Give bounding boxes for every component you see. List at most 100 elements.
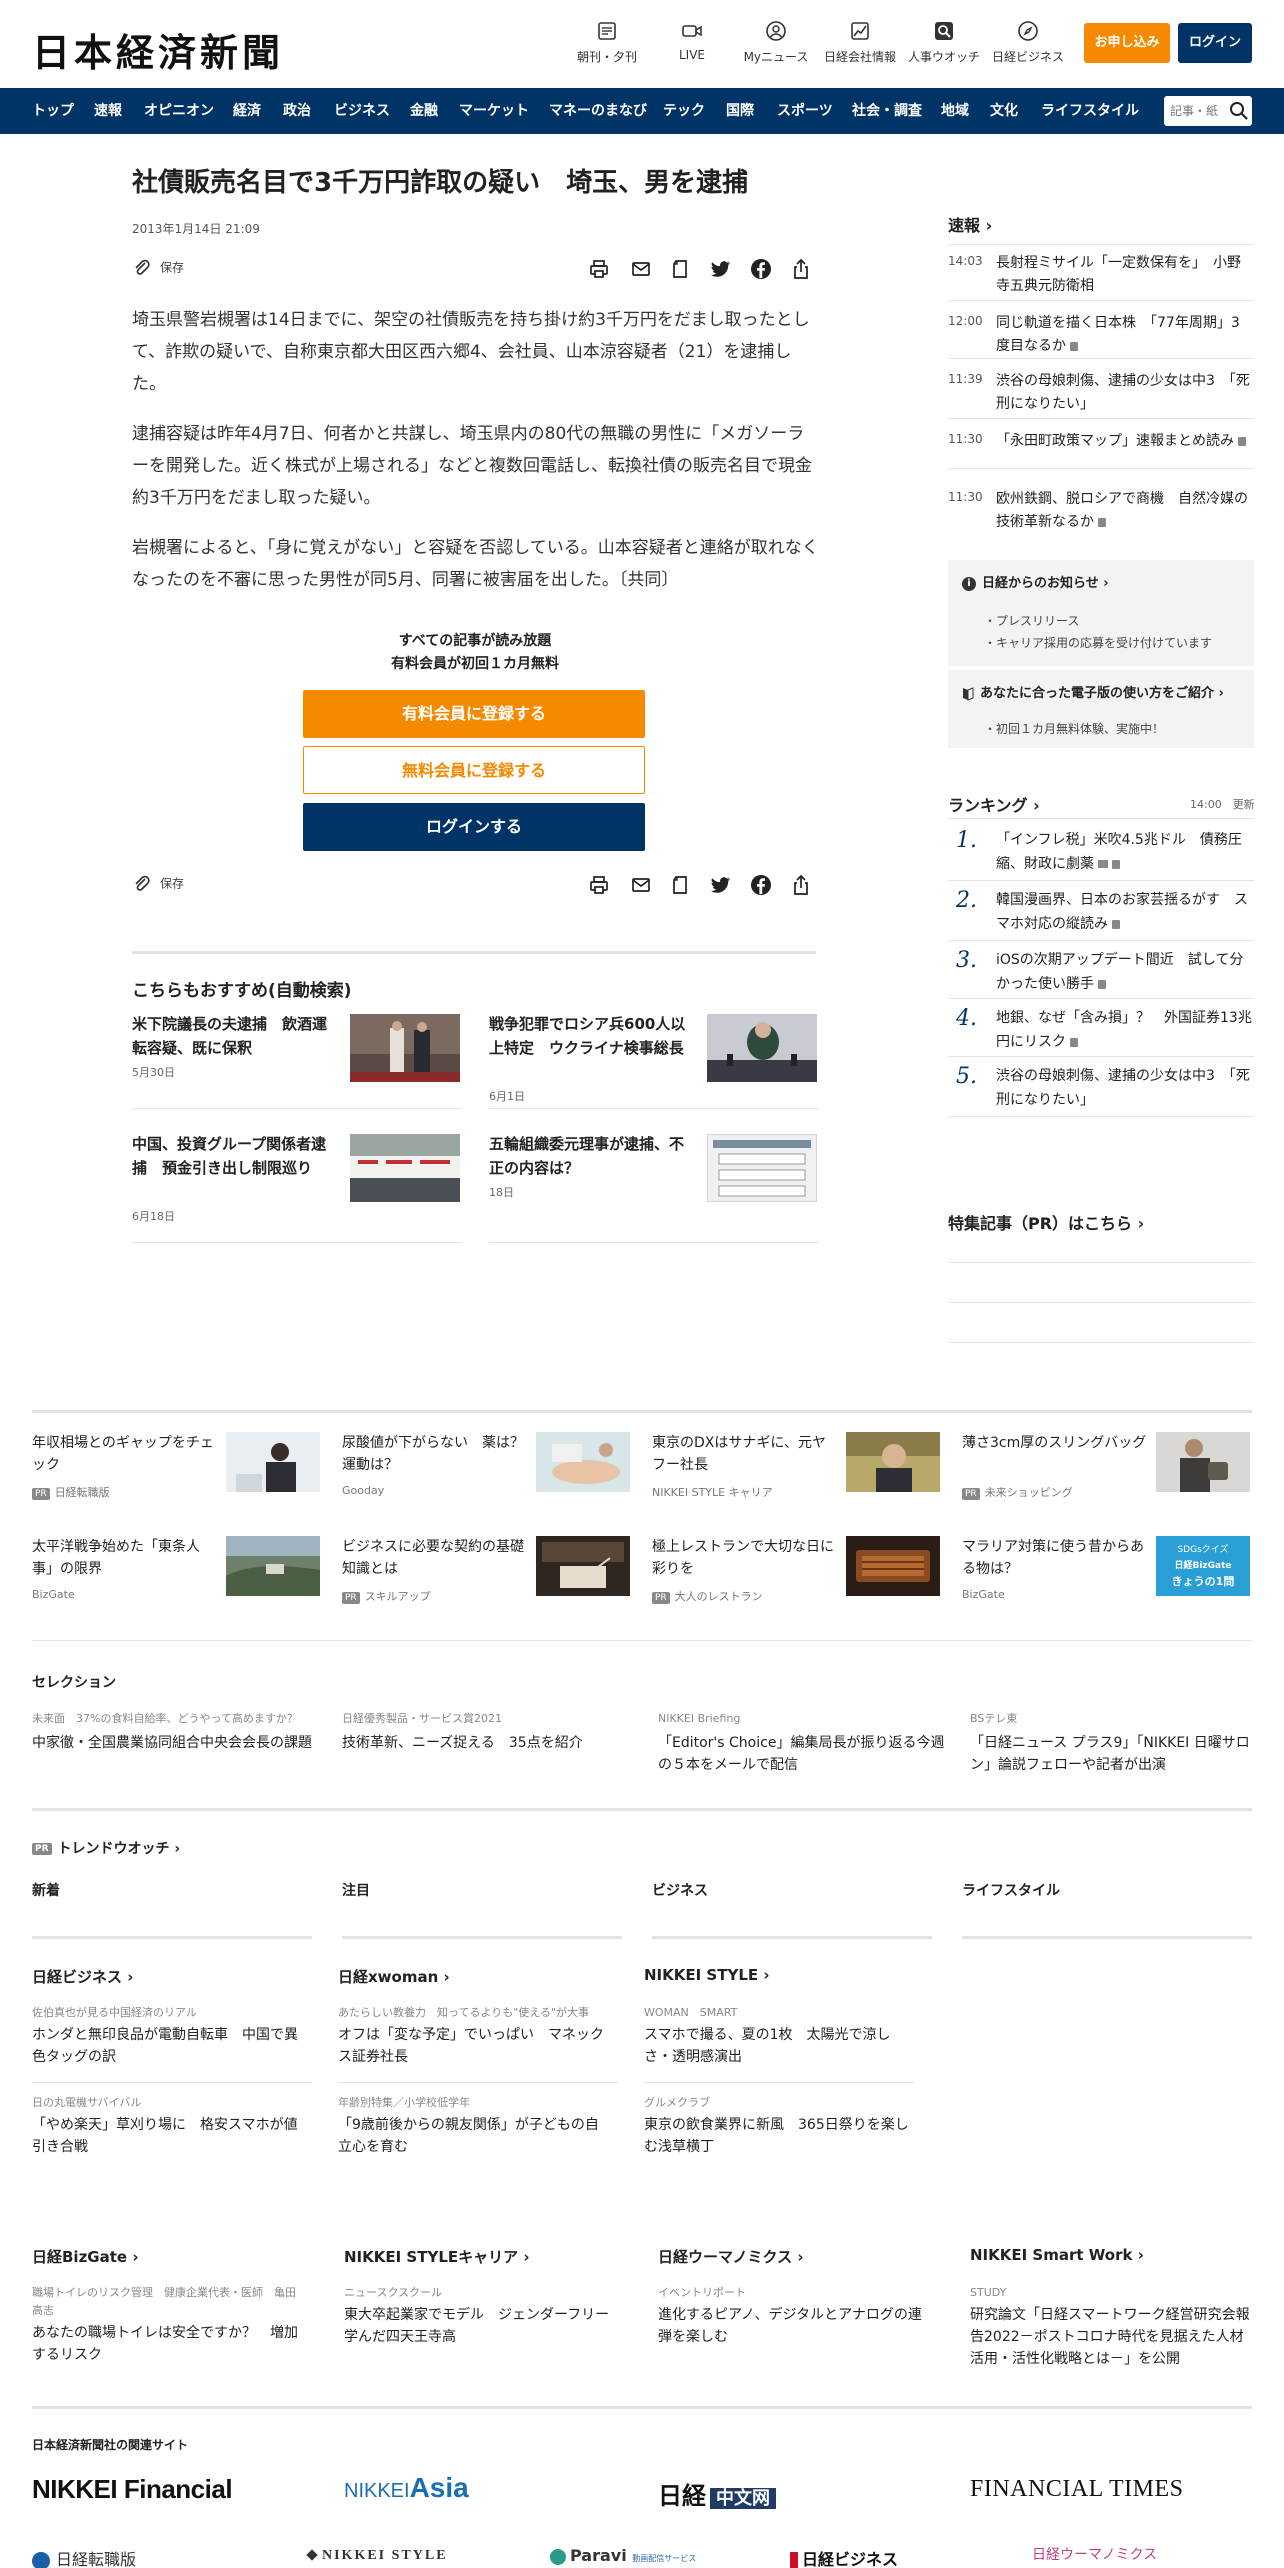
feature-item[interactable]: ニュースクスクール 東大卒起業家でモデル ジェンダーフリー学んだ四天王寺高 bbox=[344, 2284, 614, 2348]
feature-item[interactable]: あたらしい教養力 知ってるよりも"使える"が大事 オフは「変な予定」でいっぱい マ… bbox=[338, 2004, 608, 2068]
ad-item[interactable]: 尿酸値が下がらない 薬は？運動は？ Gooday bbox=[342, 1432, 632, 1522]
nav-item-society[interactable]: 社会・調査 bbox=[852, 88, 922, 134]
mail-icon[interactable] bbox=[630, 258, 652, 280]
apply-button[interactable]: お申し込み bbox=[1084, 23, 1170, 63]
header-morning-evening-link[interactable]: 朝刊・夕刊 bbox=[562, 20, 652, 65]
nav-item-sports[interactable]: スポーツ bbox=[777, 88, 833, 134]
feature-item[interactable]: WOMAN SMART スマホで撮る、夏の1枚 太陽光で涼しさ・透明感演出 bbox=[644, 2004, 914, 2068]
block-heading-xwoman[interactable]: 日経xwoman › bbox=[338, 1966, 450, 1987]
brand-nikkei-asia[interactable]: NIKKEIAsia bbox=[344, 2472, 469, 2504]
header-nikkei-business-link[interactable]: 日経ビジネス bbox=[983, 20, 1073, 65]
twitter-icon[interactable] bbox=[710, 258, 732, 280]
feature-item[interactable]: STUDY 研究論文「日経スマートワーク経営研究会報告2022－ポストコロナ時代を… bbox=[970, 2284, 1252, 2370]
facebook-icon[interactable] bbox=[750, 874, 772, 896]
ad-item[interactable]: 東京のDXはサナギに、元ヤフー社長 NIKKEI STYLE キャリア bbox=[652, 1432, 942, 1522]
nav-item-opinion[interactable]: オピニオン bbox=[144, 88, 214, 134]
header-personnel-watch-link[interactable]: 人事ウオッチ bbox=[899, 20, 989, 65]
article-login-button[interactable]: ログインする bbox=[303, 803, 645, 851]
nav-item-economy[interactable]: 経済 bbox=[233, 88, 261, 134]
memo-icon[interactable] bbox=[670, 874, 692, 896]
brand-nikkei-career[interactable]: 日経転職版 bbox=[32, 2546, 136, 2568]
print-icon[interactable] bbox=[588, 874, 610, 896]
brand-financial-times[interactable]: FINANCIAL TIMES bbox=[970, 2476, 1184, 2503]
feature-item[interactable]: 佐伯真也が見る中国経済のリアル ホンダと無印良品が電動自転車 中国で異色タッグの訳 bbox=[32, 2004, 302, 2068]
brand-nikkei-financial[interactable]: NIKKEI Financial bbox=[32, 2474, 233, 2505]
header-company-info-link[interactable]: 日経会社情報 bbox=[815, 20, 905, 65]
recommend-item[interactable]: 米下院議長の夫逮捕 飲酒運転容疑、既に保釈 5月30日 bbox=[132, 1012, 464, 1112]
save-button[interactable]: 保存 bbox=[132, 258, 184, 278]
block-heading-nikkei-business[interactable]: 日経ビジネス › bbox=[32, 1966, 133, 1987]
nav-item-tech[interactable]: テック bbox=[663, 88, 705, 134]
ranking-heading[interactable]: ランキング › bbox=[948, 792, 1040, 816]
brand-nikkei-business[interactable]: 日経ビジネス bbox=[790, 2546, 898, 2568]
selection-item[interactable]: 日経優秀製品・サービス賞2021 技術革新、ニーズ捉える 35点を紹介 bbox=[342, 1710, 632, 1754]
trend-column-featured[interactable]: 注目 bbox=[342, 1880, 370, 1900]
feature-item[interactable]: イベントリポート 進化するピアノ、デジタルとアナログの連弾を楽しむ bbox=[658, 2284, 928, 2348]
print-icon[interactable] bbox=[588, 258, 610, 280]
block-heading-womanomics[interactable]: 日経ウーマノミクス › bbox=[658, 2246, 804, 2267]
selection-item[interactable]: NIKKEI Briefing 「Editor's Choice」編集局長が振り返… bbox=[658, 1710, 948, 1776]
pr-features-heading[interactable]: 特集記事（PR）はこちら › bbox=[948, 1210, 1144, 1234]
nav-item-market[interactable]: マーケット bbox=[459, 88, 529, 134]
block-heading-style-career[interactable]: NIKKEI STYLEキャリア › bbox=[344, 2246, 530, 2267]
trend-column-new[interactable]: 新着 bbox=[32, 1880, 60, 1900]
brand-paravi[interactable]: Paravi 動画配信サービス bbox=[550, 2546, 696, 2565]
brand-womanomics[interactable]: 日経ウーマノミクス bbox=[1032, 2544, 1157, 2564]
header-mynews-link[interactable]: Myニュース bbox=[731, 20, 821, 65]
nav-item-politics[interactable]: 政治 bbox=[283, 88, 311, 134]
trend-column-lifestyle[interactable]: ライフスタイル bbox=[962, 1880, 1060, 1900]
edition-heading[interactable]: あなたに合った電子版の使い方をご紹介 › bbox=[962, 682, 1224, 701]
ad-item[interactable]: 極上レストランで大切な日に彩りを PR 大人のレストラン bbox=[652, 1536, 942, 1626]
selection-item[interactable]: BSテレ東 「日経ニュース プラス9」「NIKKEI 日曜サロン」論説フェローや記… bbox=[970, 1710, 1260, 1776]
login-button[interactable]: ログイン bbox=[1178, 23, 1252, 63]
ad-item[interactable]: マラリア対策に使う昔からある物は？ BizGate SDGsクイズ 日経BizG… bbox=[962, 1536, 1252, 1626]
brand-label: 日経転職版 bbox=[56, 2550, 137, 2568]
facebook-icon[interactable] bbox=[750, 258, 772, 280]
brand-nikkei-chinese[interactable]: 日経 中文网 bbox=[658, 2476, 776, 2511]
nav-item-top[interactable]: トップ bbox=[32, 88, 74, 134]
notice-heading[interactable]: i 日経からのお知らせ › bbox=[962, 572, 1109, 591]
nav-item-region[interactable]: 地域 bbox=[941, 88, 969, 134]
brand-nikkei-style-logo[interactable]: NIKKEI STYLE bbox=[306, 2548, 448, 2564]
ad-item[interactable]: 太平洋戦争始めた「東条人事」の限界 BizGate bbox=[32, 1536, 322, 1626]
nav-search-input[interactable] bbox=[1170, 101, 1226, 121]
ad-item[interactable]: 薄さ3cm厚のスリングバッグ PR 未来ショッピング bbox=[962, 1432, 1252, 1522]
search-icon[interactable] bbox=[1228, 100, 1250, 122]
nav-item-money[interactable]: マネーのまなび bbox=[549, 88, 647, 134]
free-signup-button[interactable]: 無料会員に登録する bbox=[303, 746, 645, 794]
nikkei-logo[interactable]: 日本経済新聞 bbox=[32, 22, 284, 77]
share-icon[interactable] bbox=[790, 874, 812, 896]
recommend-item[interactable]: 五輪組織委元理事が逮捕、不正の内容は？ 18日 bbox=[489, 1132, 821, 1243]
edition-item[interactable]: ・初回１カ月無料体験、実施中！ bbox=[984, 720, 1164, 737]
trend-column-business[interactable]: ビジネス bbox=[652, 1880, 708, 1900]
recommend-item[interactable]: 中国、投資グループ関係者逮捕 預金引き出し制限巡り 6月18日 bbox=[132, 1132, 464, 1243]
nav-item-lifestyle[interactable]: ライフスタイル bbox=[1041, 88, 1139, 134]
nav-item-international[interactable]: 国際 bbox=[726, 88, 754, 134]
nav-item-culture[interactable]: 文化 bbox=[990, 88, 1018, 134]
feature-item[interactable]: 日の丸電機サバイバル 「やめ楽天」草刈り場に 格安スマホが値引き合戦 bbox=[32, 2094, 302, 2158]
feature-item[interactable]: 職場トイレのリスク管理 健康企業代表・医師 亀田高志 あなたの職場トイレは安全です… bbox=[32, 2284, 302, 2366]
breaking-heading[interactable]: 速報 › bbox=[948, 212, 992, 236]
recommend-item[interactable]: 戦争犯罪でロシア兵600人以上特定 ウクライナ検事総長 6月1日 bbox=[489, 1012, 821, 1112]
mail-icon[interactable] bbox=[630, 874, 652, 896]
notice-item[interactable]: ・キャリア採用の応募を受け付けています bbox=[984, 634, 1212, 651]
twitter-icon[interactable] bbox=[710, 874, 732, 896]
save-button[interactable]: 保存 bbox=[132, 874, 184, 894]
block-heading-smart-work[interactable]: NIKKEI Smart Work › bbox=[970, 2246, 1144, 2264]
trend-watch-heading[interactable]: PR トレンドウオッチ › bbox=[32, 1838, 180, 1858]
share-icon[interactable] bbox=[790, 258, 812, 280]
ad-item[interactable]: ビジネスに必要な契約の基礎知識とは PR スキルアップ bbox=[342, 1536, 632, 1626]
nav-item-finance[interactable]: 金融 bbox=[410, 88, 438, 134]
notice-item[interactable]: ・プレスリリース bbox=[984, 612, 1079, 629]
nav-item-breaking[interactable]: 速報 bbox=[94, 88, 122, 134]
paid-signup-button[interactable]: 有料会員に登録する bbox=[303, 690, 645, 738]
block-heading-nikkei-style[interactable]: NIKKEI STYLE › bbox=[644, 1966, 770, 1984]
block-heading-bizgate[interactable]: 日経BizGate › bbox=[32, 2246, 139, 2267]
header-live-link[interactable]: LIVE bbox=[647, 20, 737, 62]
selection-item[interactable]: 未来面 37%の食料自給率、どうやって高めますか？ 中家徹・全国農業協同組合中央会… bbox=[32, 1710, 322, 1754]
ad-item[interactable]: 年収相場とのギャップをチェック PR 日経転職版 bbox=[32, 1432, 322, 1522]
feature-item[interactable]: 年齢別特集／小学校低学年 「9歳前後からの親友関係」が子どもの自立心を育む bbox=[338, 2094, 608, 2158]
memo-icon[interactable] bbox=[670, 258, 692, 280]
nav-item-business[interactable]: ビジネス bbox=[334, 88, 390, 134]
feature-item[interactable]: グルメクラブ 東京の飲食業界に新風 365日祭りを楽しむ浅草横丁 bbox=[644, 2094, 914, 2158]
